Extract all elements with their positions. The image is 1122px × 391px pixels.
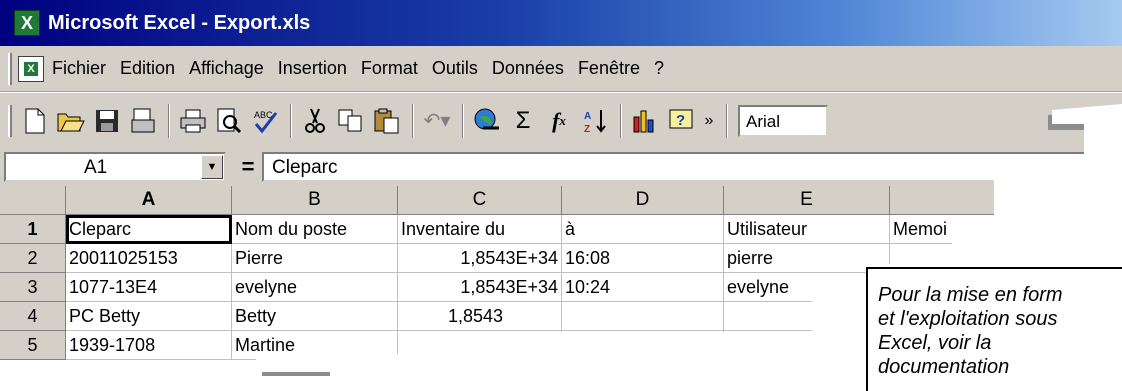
cell-a5[interactable]: 1939-1708 bbox=[66, 331, 232, 360]
menu-format[interactable]: Format bbox=[361, 58, 418, 79]
undo-icon[interactable]: ↶▾ bbox=[420, 103, 454, 139]
row-header[interactable]: 1 bbox=[0, 215, 66, 244]
menu-donnees[interactable]: Données bbox=[492, 58, 564, 79]
spelling-icon[interactable]: ABC bbox=[248, 103, 282, 139]
cell-b3[interactable]: evelyne bbox=[232, 273, 398, 302]
save-icon[interactable] bbox=[90, 103, 124, 139]
cell-a1[interactable]: Cleparc bbox=[66, 215, 232, 244]
cell-d2[interactable]: 16:08 bbox=[562, 244, 724, 273]
chart-wizard-icon[interactable] bbox=[628, 103, 662, 139]
toolbar-separator bbox=[412, 103, 414, 138]
autosum-icon[interactable]: Σ bbox=[506, 103, 540, 139]
cell-d5[interactable] bbox=[562, 331, 724, 360]
row-header[interactable]: 4 bbox=[0, 302, 66, 331]
toolbar-separator bbox=[620, 103, 622, 138]
cell-f1[interactable]: Memoi bbox=[890, 215, 1122, 244]
column-header-f[interactable]: F bbox=[890, 186, 1122, 215]
column-header-row: A B C D E F bbox=[0, 186, 1122, 215]
table-row: 1 Cleparc Nom du poste Inventaire du à U… bbox=[0, 215, 1122, 244]
callout-line: et l'exploitation sous bbox=[878, 308, 1058, 330]
name-box-value: A1 bbox=[84, 157, 108, 178]
cell-c2[interactable]: 1,8543E+34 bbox=[398, 244, 562, 273]
cell-d3[interactable]: 10:24 bbox=[562, 273, 724, 302]
help-icon[interactable]: ? bbox=[664, 103, 698, 139]
standard-toolbar: ABC ↶▾ Σ fx AZ ? » Arial bbox=[0, 92, 1122, 148]
callout-line: Pour la mise en form bbox=[878, 284, 1063, 306]
toolbar-grip[interactable] bbox=[8, 104, 12, 137]
document-icon[interactable]: X bbox=[18, 55, 44, 82]
cell-b1[interactable]: Nom du poste bbox=[232, 215, 398, 244]
column-header-b[interactable]: B bbox=[232, 186, 398, 215]
toolbar-separator bbox=[462, 103, 464, 138]
copy-icon[interactable] bbox=[334, 103, 368, 139]
column-header-d[interactable]: D bbox=[562, 186, 724, 215]
menu-edition[interactable]: Edition bbox=[120, 58, 175, 79]
cell-e1[interactable]: Utilisateur bbox=[724, 215, 890, 244]
formula-bar: A1 ▼ = Cleparc bbox=[0, 148, 1122, 186]
row-header[interactable]: 3 bbox=[0, 273, 66, 302]
menu-fichier[interactable]: Fichier bbox=[52, 58, 106, 79]
window-title: Microsoft Excel - Export.xls bbox=[48, 11, 311, 34]
equals-button[interactable]: = bbox=[238, 154, 258, 180]
cut-icon[interactable] bbox=[298, 103, 332, 139]
menu-affichage[interactable]: Affichage bbox=[189, 58, 264, 79]
cell-a4[interactable]: PC Betty bbox=[66, 302, 232, 331]
svg-text:A: A bbox=[584, 111, 591, 122]
row-header[interactable]: 2 bbox=[0, 244, 66, 273]
sort-ascending-icon[interactable]: AZ bbox=[578, 103, 612, 139]
chevron-down-icon[interactable]: ▼ bbox=[201, 155, 223, 179]
font-name-field[interactable]: Arial bbox=[738, 104, 828, 137]
more-icon[interactable]: » bbox=[700, 103, 718, 139]
print-icon[interactable] bbox=[176, 103, 210, 139]
cell-c1[interactable]: Inventaire du bbox=[398, 215, 562, 244]
cell-a3[interactable]: 1077-13E4 bbox=[66, 273, 232, 302]
annotation-callout: Pour la mise en form et l'exploitation s… bbox=[866, 267, 1122, 391]
formula-input[interactable]: Cleparc bbox=[262, 152, 1122, 182]
excel-logo-icon: X bbox=[14, 10, 40, 36]
print-preview-icon[interactable] bbox=[212, 103, 246, 139]
cell-b5[interactable]: Martine bbox=[232, 331, 398, 360]
row-header[interactable]: 5 bbox=[0, 331, 66, 360]
cell-b2[interactable]: Pierre bbox=[232, 244, 398, 273]
column-header-e[interactable]: E bbox=[724, 186, 890, 215]
cell-c3[interactable]: 1,8543E+34 bbox=[398, 273, 562, 302]
cell-c4[interactable]: 1,8543 bbox=[398, 302, 562, 331]
menu-outils[interactable]: Outils bbox=[432, 58, 478, 79]
cell-d1[interactable]: à bbox=[562, 215, 724, 244]
column-header-a[interactable]: A bbox=[66, 186, 232, 215]
menu-bar: X Fichier Edition Affichage Insertion Fo… bbox=[0, 46, 1122, 92]
open-icon[interactable] bbox=[54, 103, 88, 139]
toolbar-separator bbox=[168, 103, 170, 138]
select-all-corner[interactable] bbox=[0, 186, 66, 215]
paste-icon[interactable] bbox=[370, 103, 404, 139]
callout-line: Excel, voir la bbox=[878, 332, 992, 354]
toolbar-separator bbox=[726, 103, 728, 138]
mail-icon[interactable] bbox=[126, 103, 160, 139]
column-header-c[interactable]: C bbox=[398, 186, 562, 215]
svg-text:?: ? bbox=[676, 112, 685, 129]
hyperlink-icon[interactable] bbox=[470, 103, 504, 139]
menu-fenetre[interactable]: Fenêtre bbox=[578, 58, 640, 79]
new-icon[interactable] bbox=[18, 103, 52, 139]
svg-text:Z: Z bbox=[584, 124, 590, 134]
menu-insertion[interactable]: Insertion bbox=[278, 58, 347, 79]
title-bar: X Microsoft Excel - Export.xls bbox=[0, 0, 1122, 46]
function-icon[interactable]: fx bbox=[542, 103, 576, 139]
menu-help[interactable]: ? bbox=[654, 58, 664, 79]
name-box[interactable]: A1 ▼ bbox=[4, 152, 226, 182]
toolbar-separator bbox=[290, 103, 292, 138]
cell-d4[interactable] bbox=[562, 302, 724, 331]
cell-c5[interactable] bbox=[398, 331, 562, 360]
cell-b4[interactable]: Betty bbox=[232, 302, 398, 331]
cell-a2[interactable]: 20011025153 bbox=[66, 244, 232, 273]
callout-line: documentation bbox=[878, 356, 1010, 378]
menu-grip[interactable] bbox=[8, 52, 12, 85]
